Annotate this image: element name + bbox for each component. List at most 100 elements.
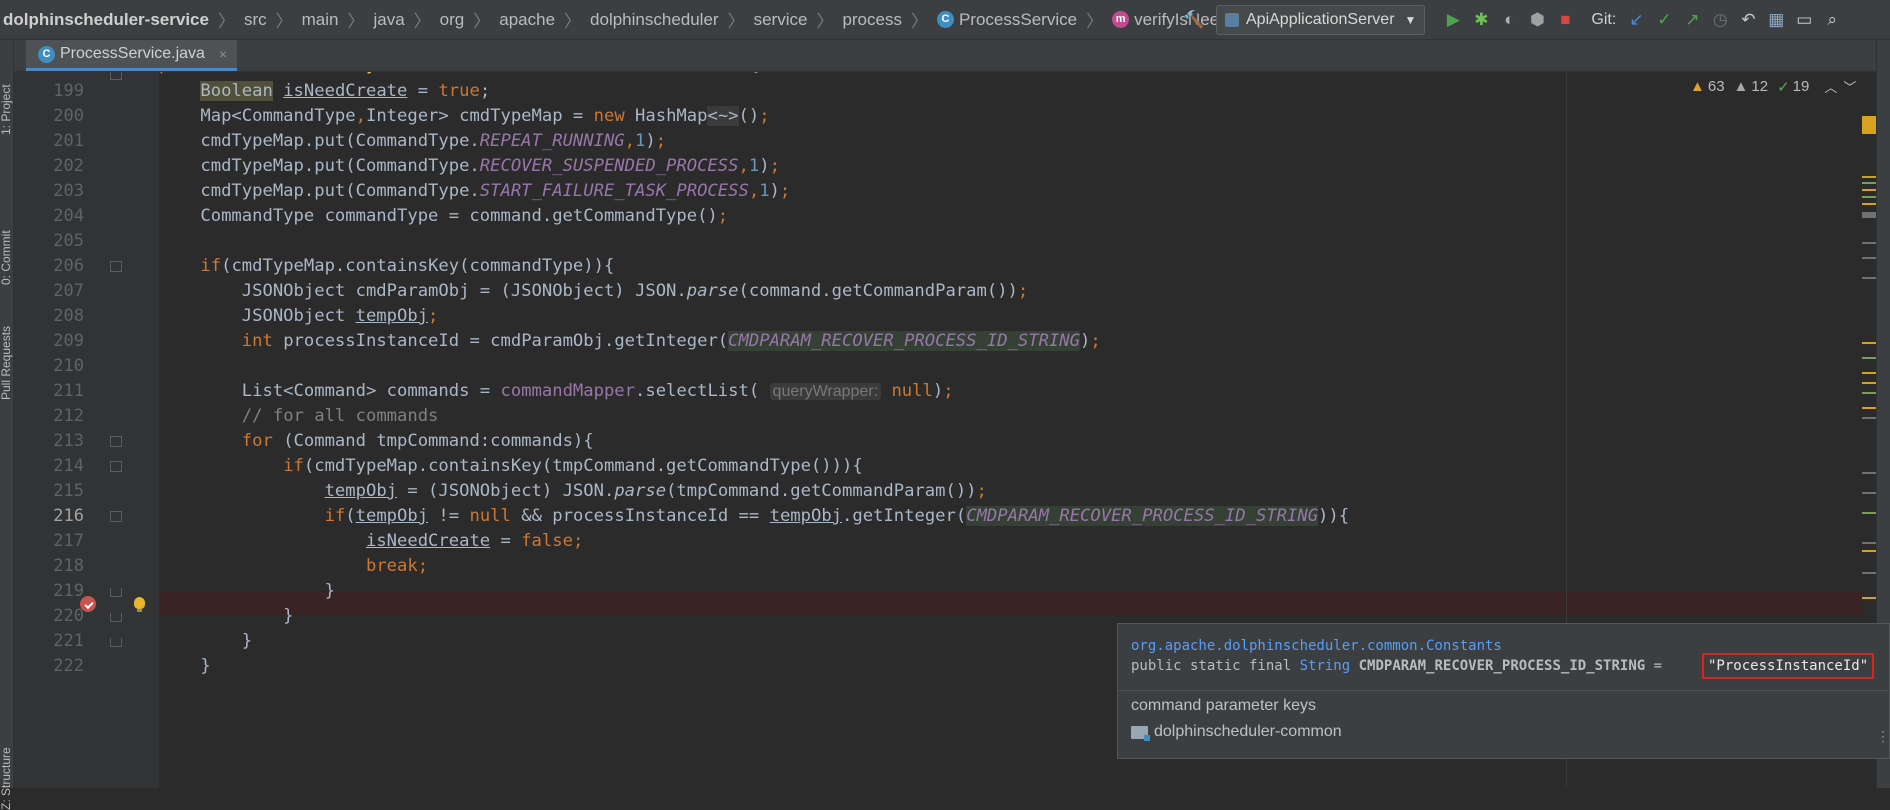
code-line-214: if(cmdTypeMap.containsKey(tmpCommand.get… xyxy=(283,456,863,476)
git-push-icon[interactable]: ↗ xyxy=(1678,6,1706,34)
line-number: 214 xyxy=(53,456,84,476)
build-hammer-icon[interactable]: 🔨 xyxy=(1180,6,1208,34)
breadcrumb-main[interactable]: main xyxy=(302,10,339,30)
typos-counter[interactable]: ✓ 19 xyxy=(1777,78,1809,96)
code-line-211: List<Command> commands = commandMapper.s… xyxy=(159,381,954,401)
warning-marker[interactable] xyxy=(1862,189,1876,191)
breadcrumb-class[interactable]: C ProcessService xyxy=(936,10,1077,30)
stop-icon[interactable]: ■ xyxy=(1551,6,1579,34)
search-icon[interactable]: ⌕ xyxy=(1818,6,1846,34)
line-number: 202 xyxy=(53,156,84,176)
weak-warnings-counter[interactable]: ▲ 12 xyxy=(1734,78,1769,95)
editor-gutter[interactable]: 198 199 200 201 202 203 204 205 206 207 … xyxy=(14,72,159,788)
run-configuration-selector[interactable]: ApiApplicationServer ▼ xyxy=(1216,5,1426,35)
git-update-icon[interactable]: ↙ xyxy=(1622,6,1650,34)
marker[interactable] xyxy=(1862,472,1876,474)
marker[interactable] xyxy=(1862,542,1876,544)
coverage-icon[interactable]: ◐ xyxy=(1495,6,1523,34)
fold-marker[interactable] xyxy=(110,461,122,472)
typo-marker[interactable] xyxy=(1862,196,1876,198)
project-panel-tab[interactable]: 1: Project xyxy=(0,84,13,135)
marker[interactable] xyxy=(1862,572,1876,574)
code-line-200: Map<CommandType,Integer> cmdTypeMap = ne… xyxy=(159,106,770,126)
warning-marker[interactable] xyxy=(1862,372,1876,374)
quick-documentation-popup[interactable]: org.apache.dolphinscheduler.common.Const… xyxy=(1117,623,1890,759)
git-history-icon[interactable]: ◷ xyxy=(1706,6,1734,34)
typo-marker[interactable] xyxy=(1862,392,1876,394)
warning-marker[interactable] xyxy=(1862,116,1876,134)
lightbulb-icon[interactable] xyxy=(134,597,145,612)
structure-panel-tab[interactable]: Z: Structure xyxy=(0,747,13,810)
profile-icon[interactable]: ⬢ xyxy=(1523,6,1551,34)
run-config-icon xyxy=(1225,13,1239,27)
code-line-217: isNeedCreate = false; xyxy=(365,531,584,551)
line-number: 200 xyxy=(53,106,84,126)
debug-bug-icon[interactable]: ✱ xyxy=(1467,6,1495,34)
run-icon[interactable]: ▶ xyxy=(1439,6,1467,34)
warnings-counter[interactable]: ▲ 63 xyxy=(1690,78,1725,95)
marker[interactable] xyxy=(1862,277,1876,279)
tab-processservice-java[interactable]: C ProcessService.java × xyxy=(26,40,238,71)
layout-icon[interactable]: ▭ xyxy=(1790,6,1818,34)
doc-package-link[interactable]: org.apache.dolphinscheduler.common.Const… xyxy=(1131,638,1502,654)
breadcrumb-service[interactable]: service xyxy=(754,10,808,30)
breadcrumb-process[interactable]: process xyxy=(842,10,902,30)
breadcrumb-org[interactable]: org xyxy=(440,10,465,30)
breadcrumb-dolphinscheduler[interactable]: dolphinscheduler xyxy=(590,10,719,30)
code-line-216: if(tempObj != null && processInstanceId … xyxy=(324,506,1350,526)
project-structure-icon[interactable]: ▦ xyxy=(1762,6,1790,34)
typo-marker[interactable] xyxy=(1862,512,1876,514)
breadcrumb-apache[interactable]: apache xyxy=(499,10,555,30)
doc-constant-value: "ProcessInstanceId" xyxy=(1702,653,1875,679)
warning-marker[interactable] xyxy=(1862,203,1876,205)
code-line: } xyxy=(159,656,211,676)
fold-end-marker[interactable] xyxy=(110,588,122,597)
fold-end-marker[interactable] xyxy=(110,638,122,647)
warning-marker[interactable] xyxy=(1862,342,1876,344)
scroll-thumb[interactable] xyxy=(1862,212,1876,218)
method-icon: m xyxy=(1112,11,1130,28)
breadcrumb-src[interactable]: src xyxy=(244,10,267,30)
fold-end-marker[interactable] xyxy=(110,613,122,622)
warning-marker[interactable] xyxy=(1862,176,1876,178)
warning-marker[interactable] xyxy=(1862,550,1876,552)
breadcrumb-separator: 〉 xyxy=(816,12,834,31)
marker[interactable] xyxy=(1862,257,1876,259)
chevron-down-icon: ▼ xyxy=(1404,13,1417,27)
fold-marker[interactable] xyxy=(110,72,122,80)
warning-marker[interactable] xyxy=(1862,407,1876,409)
marker[interactable] xyxy=(1862,417,1876,419)
breadcrumb-separator: 〉 xyxy=(727,12,745,31)
git-commit-icon[interactable]: ✓ xyxy=(1650,6,1678,34)
commit-panel-tab[interactable]: 0: Commit xyxy=(0,230,13,285)
line-number: 199 xyxy=(53,81,84,101)
marker[interactable] xyxy=(1862,492,1876,494)
breadcrumb-java[interactable]: java xyxy=(373,10,404,30)
typo-marker[interactable] xyxy=(1862,357,1876,359)
next-highlight-icon[interactable]: ﹀ xyxy=(1843,77,1856,96)
warning-marker[interactable] xyxy=(1862,382,1876,384)
previous-highlight-icon[interactable]: ︿ xyxy=(1824,77,1837,96)
breadcrumb-module[interactable]: dolphinscheduler-service xyxy=(3,10,209,30)
line-number: 218 xyxy=(53,556,84,576)
breakpoint-icon[interactable] xyxy=(80,596,96,612)
marker[interactable] xyxy=(1862,242,1876,244)
typo-marker[interactable] xyxy=(1862,182,1876,184)
fold-marker[interactable] xyxy=(110,511,122,522)
more-options-icon[interactable]: ⋮ xyxy=(1876,728,1890,745)
doc-module: dolphinscheduler-common xyxy=(1131,723,1342,741)
line-number: 217 xyxy=(53,531,84,551)
doc-type-link[interactable]: String xyxy=(1300,658,1351,674)
line-number: 211 xyxy=(53,381,84,401)
fold-marker[interactable] xyxy=(110,261,122,272)
breadcrumb-separator: 〉 xyxy=(413,12,431,31)
code-line-212: // for all commands xyxy=(241,406,439,426)
git-rollback-icon[interactable]: ↶ xyxy=(1734,6,1762,34)
warning-marker[interactable] xyxy=(1862,597,1876,599)
inspection-widget[interactable]: ▲ 63 ▲ 12 ✓ 19 ︿ ﹀ xyxy=(1690,77,1856,96)
code-line-199: Boolean isNeedCreate = true; xyxy=(200,81,491,101)
pull-requests-panel-tab[interactable]: Pull Requests xyxy=(0,326,13,400)
code-line-203: cmdTypeMap.put(CommandType.START_FAILURE… xyxy=(159,181,791,201)
close-icon[interactable]: × xyxy=(219,46,227,62)
fold-marker[interactable] xyxy=(110,436,122,447)
